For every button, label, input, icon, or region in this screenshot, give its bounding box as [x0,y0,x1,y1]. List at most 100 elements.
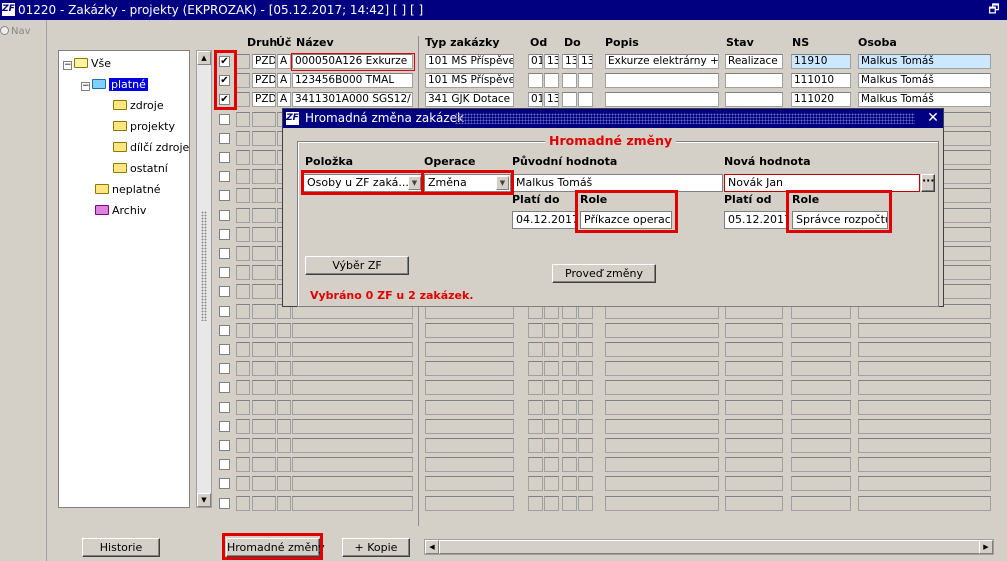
row-checkbox[interactable] [219,114,230,125]
category-tree[interactable]: − Vše − platné zdroje projekty dílčí zdroj… [58,50,190,508]
bulk-change-dialog[interactable]: ZF Hromadná změna zakázek ✕ Hromadné změ… [282,108,944,307]
cell-osoba[interactable] [858,438,991,453]
cell-uc[interactable]: A [277,54,291,69]
cell-typ[interactable] [425,380,514,395]
cell-druh[interactable] [252,361,276,376]
cell-uc[interactable] [277,476,291,491]
cell-stav[interactable] [725,496,783,511]
cell-typ[interactable] [425,457,514,472]
cell-od2[interactable] [544,476,559,491]
cell-ns[interactable] [791,323,851,338]
cell-do[interactable] [562,342,577,357]
cell-do2[interactable] [578,92,593,107]
cell-osoba[interactable] [858,380,991,395]
scroll-left-icon[interactable]: ◀ [425,540,439,554]
cell-typ[interactable] [425,342,514,357]
chevron-down-icon[interactable]: ▼ [496,176,509,190]
scroll-thumb[interactable] [439,540,989,554]
cell-od[interactable] [528,342,543,357]
cell-do[interactable] [562,73,577,88]
tree-node-archiv[interactable]: Archiv [95,203,146,219]
grid-vertical-scrollbar[interactable]: ▲ ▼ [196,50,212,508]
cell-typ[interactable]: 341 GJK Dotace V [425,92,514,107]
cell-od2[interactable] [544,419,559,434]
cell-uc[interactable] [277,323,291,338]
cell-stav[interactable] [725,342,783,357]
cell-nazev[interactable] [292,361,413,376]
cell-typ[interactable] [425,323,514,338]
cell-stav[interactable] [725,323,783,338]
cell-typ[interactable] [425,496,514,511]
cell-ns[interactable] [791,476,851,491]
role-2-input[interactable]: Správce rozpočtu [792,211,888,229]
cell-stav[interactable] [725,361,783,376]
cell-popis[interactable] [605,342,719,357]
cell-popis[interactable] [605,400,719,415]
cell-nazev[interactable] [292,438,413,453]
cell-uc[interactable] [277,380,291,395]
cell-druh[interactable] [252,227,276,242]
tree-node-projekty[interactable]: projekty [113,119,175,135]
cell-stav[interactable] [725,73,783,88]
cell-ns[interactable] [791,342,851,357]
scroll-grip[interactable] [201,211,207,321]
cell-od2[interactable]: 13 [544,92,559,107]
cell-osoba[interactable] [858,361,991,376]
cell-typ[interactable] [425,400,514,415]
dialog-titlebar[interactable]: ZF Hromadná změna zakázek ✕ [283,109,943,128]
collapse-icon[interactable]: − [81,82,90,91]
cell-osoba[interactable] [858,419,991,434]
cell-od[interactable] [528,438,543,453]
chevron-down-icon[interactable]: ▼ [408,176,421,190]
cell-druh[interactable] [252,400,276,415]
col-header-nazev[interactable]: Název [296,36,334,49]
cell-uc[interactable] [277,438,291,453]
row-checkbox[interactable] [219,440,230,451]
cell-druh[interactable] [252,131,276,146]
close-icon[interactable]: ✕ [925,110,941,126]
cell-druh[interactable] [252,323,276,338]
collapse-icon[interactable]: − [63,61,72,70]
cell-druh[interactable] [252,112,276,127]
cell-od2[interactable] [544,400,559,415]
row-checkbox[interactable] [219,286,230,297]
tree-node-platne[interactable]: − platné [81,77,148,93]
cell-ns[interactable] [791,496,851,511]
historie-button[interactable]: Historie [82,538,160,557]
cell-osoba[interactable] [858,400,991,415]
col-header-druh[interactable]: Druh [247,36,277,49]
tree-node-dilci-zdroje[interactable]: dílčí zdroje [113,140,189,156]
lookup-button[interactable]: ··· [921,174,935,192]
cell-stav[interactable] [725,457,783,472]
scroll-right-icon[interactable]: ▶ [979,540,993,554]
row-checkbox[interactable] [219,229,230,240]
cell-popis[interactable] [605,92,719,107]
row-checkbox[interactable] [219,459,230,470]
cell-stav[interactable] [725,92,783,107]
col-header-od[interactable]: Od [530,36,547,49]
cell-od[interactable] [528,380,543,395]
nova-hodnota-input[interactable]: Novák Jan [724,174,920,192]
cell-osoba[interactable]: Malkus Tomáš [858,54,991,69]
cell-ns[interactable]: 111020 [791,92,851,107]
tree-node-ostatni[interactable]: ostatní [113,161,168,177]
col-header-typ[interactable]: Typ zakázky [425,36,500,49]
cell-druh[interactable] [252,476,276,491]
row-checkbox[interactable] [219,402,230,413]
cell-druh[interactable] [252,438,276,453]
cell-nazev[interactable] [292,342,413,357]
cell-druh[interactable] [252,419,276,434]
cell-typ[interactable]: 101 MŠ Příspěvek [425,54,514,69]
role-1-input[interactable]: Příkazce operace [580,211,672,229]
cell-uc[interactable] [277,400,291,415]
cell-popis[interactable] [605,457,719,472]
cell-druh[interactable] [252,496,276,511]
cell-typ[interactable] [425,476,514,491]
cell-od[interactable] [528,323,543,338]
cell-nazev[interactable]: 000050A126 Exkurze [292,54,413,69]
cell-druh[interactable] [252,380,276,395]
cell-stav[interactable] [725,380,783,395]
cell-do[interactable] [562,438,577,453]
cell-do2[interactable] [578,342,593,357]
tree-node-root[interactable]: − Vše [63,56,111,72]
